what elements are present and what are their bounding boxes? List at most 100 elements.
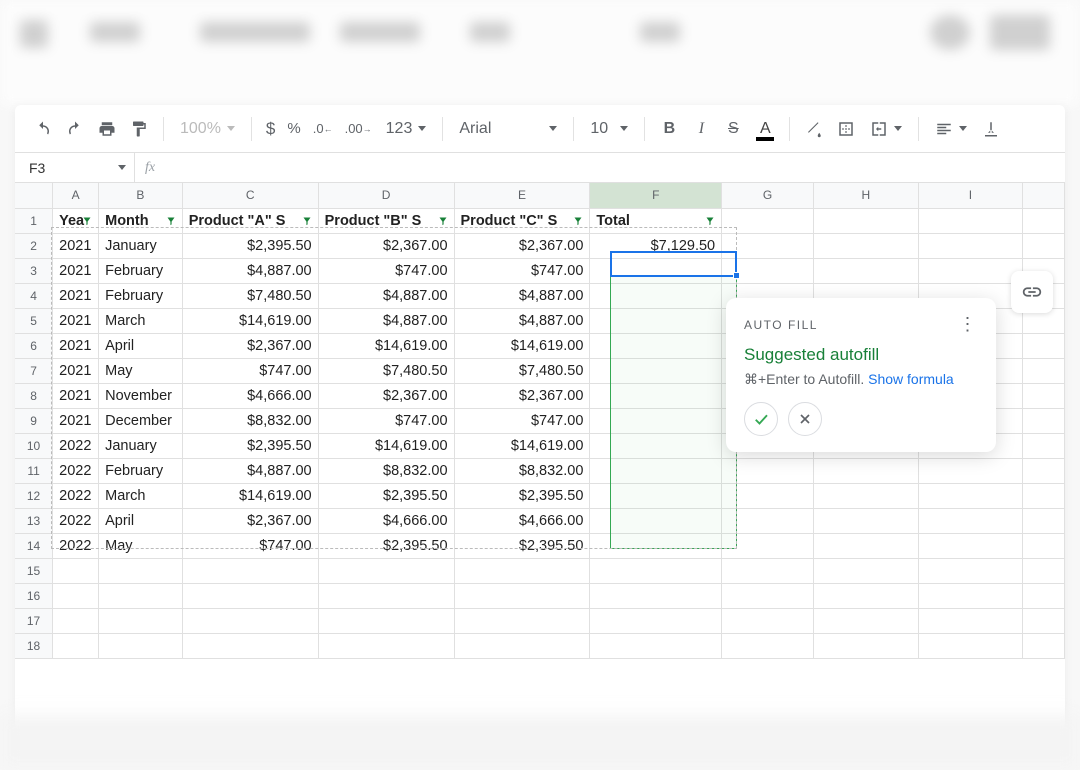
cell[interactable] — [918, 233, 1023, 258]
cell[interactable]: 2021 — [53, 258, 99, 283]
row-header[interactable]: 15 — [15, 558, 53, 583]
print-button[interactable] — [93, 115, 121, 143]
cell[interactable]: $8,832.00 — [318, 458, 454, 483]
cell[interactable]: November — [99, 383, 183, 408]
cell[interactable]: $4,666.00 — [182, 383, 318, 408]
name-box[interactable]: F3 — [15, 153, 135, 182]
cell[interactable]: $747.00 — [182, 358, 318, 383]
cell[interactable]: April — [99, 333, 183, 358]
cell[interactable]: $2,367.00 — [182, 508, 318, 533]
cell[interactable]: $2,395.50 — [454, 483, 590, 508]
cell[interactable]: $2,367.00 — [454, 383, 590, 408]
cell[interactable]: April — [99, 508, 183, 533]
cell[interactable]: 2021 — [53, 308, 99, 333]
cell[interactable] — [722, 533, 814, 558]
text-color-button[interactable]: A — [751, 115, 779, 143]
cell[interactable]: $747.00 — [182, 533, 318, 558]
horizontal-align-dropdown[interactable] — [929, 115, 973, 143]
col-header-i[interactable]: I — [918, 183, 1023, 208]
cell[interactable]: $7,480.50 — [318, 358, 454, 383]
cell[interactable]: 2022 — [53, 483, 99, 508]
header-product-a[interactable]: Product "A" S — [182, 208, 318, 233]
cell[interactable] — [590, 433, 722, 458]
cell[interactable] — [918, 458, 1023, 483]
row-header[interactable]: 17 — [15, 608, 53, 633]
cell[interactable] — [814, 258, 919, 283]
increase-decimal-button[interactable]: .00→ — [341, 115, 376, 143]
cell[interactable]: $747.00 — [454, 408, 590, 433]
cell[interactable] — [1023, 333, 1065, 358]
cell[interactable] — [918, 508, 1023, 533]
font-size-dropdown[interactable]: 10 — [584, 115, 634, 143]
italic-button[interactable]: I — [687, 115, 715, 143]
cell[interactable] — [590, 258, 722, 283]
show-formula-link[interactable]: Show formula — [868, 371, 954, 387]
fill-color-button[interactable] — [800, 115, 828, 143]
autofill-accept-button[interactable] — [744, 402, 778, 436]
row-header[interactable]: 3 — [15, 258, 53, 283]
cell[interactable]: $4,887.00 — [454, 308, 590, 333]
cell[interactable]: $747.00 — [318, 408, 454, 433]
filter-icon[interactable] — [571, 214, 585, 228]
cell[interactable]: March — [99, 483, 183, 508]
number-format-dropdown[interactable]: 123 — [380, 115, 433, 143]
cell[interactable]: $4,887.00 — [454, 283, 590, 308]
col-header-h[interactable]: H — [814, 183, 919, 208]
cell[interactable]: 2022 — [53, 433, 99, 458]
cell[interactable]: $14,619.00 — [318, 333, 454, 358]
cell[interactable]: $7,480.50 — [454, 358, 590, 383]
cell[interactable]: December — [99, 408, 183, 433]
row-header[interactable]: 5 — [15, 308, 53, 333]
cell[interactable]: $4,666.00 — [454, 508, 590, 533]
row-header[interactable]: 4 — [15, 283, 53, 308]
decrease-decimal-button[interactable]: .0← — [309, 115, 337, 143]
cell[interactable] — [814, 508, 919, 533]
grid[interactable]: A B C D E F G H I 1 Yea Month Product "A… — [15, 183, 1065, 730]
row-header[interactable]: 10 — [15, 433, 53, 458]
percent-button[interactable]: % — [283, 115, 304, 143]
cell[interactable]: 2021 — [53, 283, 99, 308]
cell[interactable] — [1023, 408, 1065, 433]
cell[interactable]: February — [99, 283, 183, 308]
cell[interactable]: $7,480.50 — [182, 283, 318, 308]
more-options-icon[interactable]: ⋮ — [959, 314, 979, 335]
filter-icon[interactable] — [703, 214, 717, 228]
row-header[interactable]: 11 — [15, 458, 53, 483]
row-header[interactable]: 13 — [15, 508, 53, 533]
font-dropdown[interactable]: Arial — [453, 115, 563, 143]
cell[interactable]: $4,887.00 — [182, 258, 318, 283]
header-product-b[interactable]: Product "B" S — [318, 208, 454, 233]
cell[interactable]: 2021 — [53, 233, 99, 258]
cell[interactable]: $4,887.00 — [318, 308, 454, 333]
cell[interactable]: March — [99, 308, 183, 333]
cell[interactable] — [1023, 508, 1065, 533]
cell[interactable]: $8,832.00 — [182, 408, 318, 433]
header-product-c[interactable]: Product "C" S — [454, 208, 590, 233]
cell[interactable]: 2022 — [53, 508, 99, 533]
cell[interactable]: $14,619.00 — [182, 308, 318, 333]
col-header-d[interactable]: D — [318, 183, 454, 208]
cell[interactable] — [1023, 358, 1065, 383]
cell[interactable]: $8,832.00 — [454, 458, 590, 483]
cell[interactable]: 2021 — [53, 383, 99, 408]
cell[interactable] — [1023, 483, 1065, 508]
cell[interactable]: 2021 — [53, 333, 99, 358]
strikethrough-button[interactable]: S — [719, 115, 747, 143]
col-header-f[interactable]: F — [590, 183, 722, 208]
cell[interactable] — [1023, 383, 1065, 408]
cell[interactable]: 2022 — [53, 533, 99, 558]
redo-button[interactable] — [61, 115, 89, 143]
col-header-e[interactable]: E — [454, 183, 590, 208]
cell[interactable]: February — [99, 258, 183, 283]
cell[interactable] — [814, 533, 919, 558]
cell[interactable]: January — [99, 233, 183, 258]
cell[interactable] — [590, 408, 722, 433]
cell[interactable] — [1023, 533, 1065, 558]
cell[interactable]: $14,619.00 — [182, 483, 318, 508]
cell[interactable]: $747.00 — [318, 258, 454, 283]
cell[interactable]: $2,367.00 — [454, 233, 590, 258]
cell[interactable]: 2021 — [53, 408, 99, 433]
col-header-rest[interactable] — [1023, 183, 1065, 208]
col-header-c[interactable]: C — [182, 183, 318, 208]
cell[interactable]: $7,129.50 — [590, 233, 722, 258]
